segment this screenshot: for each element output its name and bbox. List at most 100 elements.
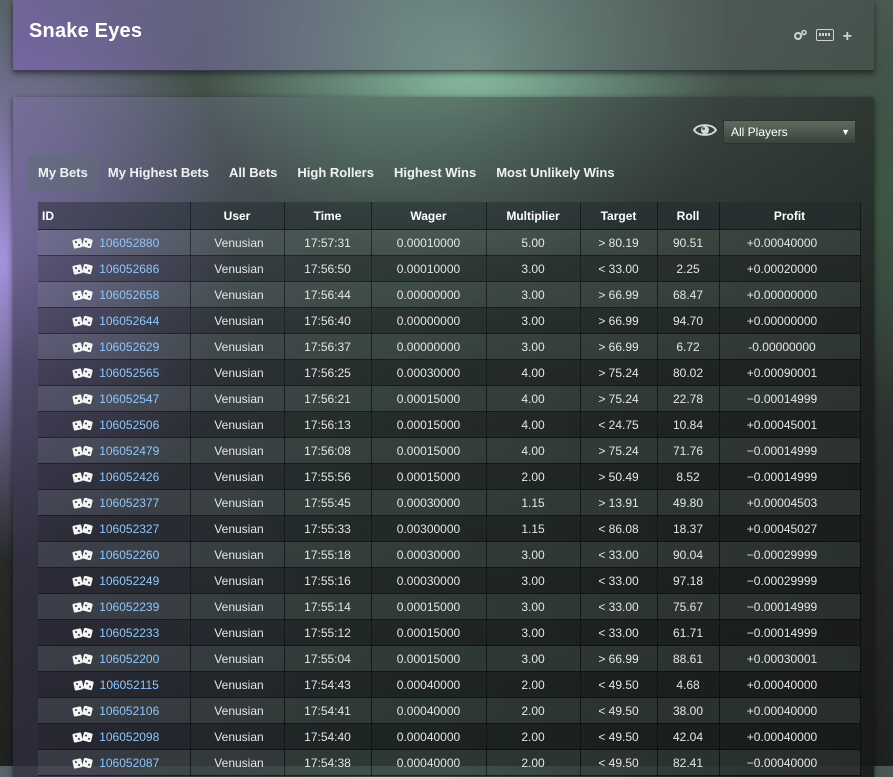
- cell-time: 17:55:12: [284, 619, 372, 646]
- cell-user: Venusian: [190, 671, 285, 698]
- table-row: 106052880 Venusian 17:57:31 0.00010000 5.00 >…: [38, 229, 861, 256]
- tab-my-highest-bets[interactable]: My Highest Bets: [98, 155, 219, 192]
- bet-id-link[interactable]: 106052377: [99, 496, 159, 510]
- bet-tabs: My Bets My Highest Bets All Bets High Rolle…: [28, 155, 625, 192]
- cell-wager: 0.00040000: [371, 697, 487, 724]
- bet-id-link[interactable]: 106052327: [99, 522, 159, 536]
- table-row: 106052426 Venusian 17:55:56 0.00015000 2.00 >…: [38, 463, 861, 490]
- cell-time: 17:56:13: [284, 411, 372, 438]
- column-header-wager[interactable]: Wager: [371, 202, 487, 230]
- cell-multiplier: 4.00: [486, 385, 581, 412]
- cell-id: 106052106: [38, 697, 191, 724]
- cell-target: < 33.00: [580, 541, 658, 568]
- bet-id-link[interactable]: 106052547: [99, 392, 159, 406]
- bet-id-link[interactable]: 106052479: [99, 444, 159, 458]
- cell-multiplier: 3.00: [486, 307, 581, 334]
- table-row: 106052249 Venusian 17:55:16 0.00030000 3.00 <…: [38, 567, 861, 594]
- cell-roll: 49.80: [657, 489, 720, 516]
- cell-wager: 0.00040000: [371, 749, 487, 776]
- bet-id-link[interactable]: 106052233: [99, 626, 159, 640]
- chevron-down-icon: ▼: [841, 127, 850, 137]
- bet-id-link[interactable]: 106052239: [99, 600, 159, 614]
- column-header-roll[interactable]: Roll: [657, 202, 720, 230]
- cell-user: Venusian: [190, 229, 285, 256]
- column-header-user[interactable]: User: [190, 202, 285, 230]
- cell-user: Venusian: [190, 255, 285, 282]
- cell-roll: 10.84: [657, 411, 720, 438]
- cell-multiplier: 2.00: [486, 697, 581, 724]
- cell-id: 106052565: [38, 359, 191, 386]
- cell-target: > 80.19: [580, 229, 658, 256]
- cell-user: Venusian: [190, 411, 285, 438]
- cell-id: 106052327: [38, 515, 191, 542]
- column-header-time[interactable]: Time: [284, 202, 372, 230]
- cell-roll: 88.61: [657, 645, 720, 672]
- column-header-multiplier[interactable]: Multiplier: [486, 202, 581, 230]
- bet-id-link[interactable]: 106052686: [99, 262, 159, 276]
- bet-id-link[interactable]: 106052658: [99, 288, 159, 302]
- bet-id-link[interactable]: 106052880: [99, 236, 159, 250]
- dice-icon: [72, 445, 94, 457]
- column-header-id[interactable]: ID: [38, 202, 191, 230]
- bet-id-link[interactable]: 106052644: [99, 314, 159, 328]
- cell-multiplier: 3.00: [486, 619, 581, 646]
- column-header-target[interactable]: Target: [580, 202, 658, 230]
- cell-profit: +0.00045001: [719, 411, 861, 438]
- cell-time: 17:56:40: [284, 307, 372, 334]
- tab-most-unlikely-wins[interactable]: Most Unlikely Wins: [486, 155, 624, 192]
- bet-id-link[interactable]: 106052098: [99, 730, 159, 744]
- bet-id-link[interactable]: 106052115: [100, 678, 159, 692]
- cell-multiplier: 3.00: [486, 567, 581, 594]
- table-row: 106052115 Venusian 17:54:43 0.00040000 2.00 <…: [38, 671, 861, 698]
- header-panel: Snake Eyes +: [13, 0, 874, 71]
- dice-icon: [72, 731, 94, 743]
- bet-id-link[interactable]: 106052260: [99, 548, 159, 562]
- cell-target: > 75.24: [580, 437, 658, 464]
- cell-user: Venusian: [190, 593, 285, 620]
- cogs-icon[interactable]: [793, 29, 807, 44]
- cell-roll: 18.37: [657, 515, 720, 542]
- cell-profit: +0.00000000: [719, 281, 861, 308]
- tab-high-rollers[interactable]: High Rollers: [287, 155, 384, 192]
- tab-my-bets[interactable]: My Bets: [28, 155, 98, 192]
- bet-id-link[interactable]: 106052426: [99, 470, 159, 484]
- cell-target: < 33.00: [580, 255, 658, 282]
- cell-roll: 94.70: [657, 307, 720, 334]
- cell-wager: 0.00030000: [371, 541, 487, 568]
- cell-wager: 0.00015000: [371, 593, 487, 620]
- bet-id-link[interactable]: 106052106: [99, 704, 159, 718]
- cell-id: 106052686: [38, 255, 191, 282]
- tab-highest-wins[interactable]: Highest Wins: [384, 155, 486, 192]
- plus-icon[interactable]: +: [843, 28, 852, 44]
- dice-icon: [72, 263, 94, 275]
- cell-time: 17:57:31: [284, 229, 372, 256]
- cell-id: 106052629: [38, 333, 191, 360]
- cell-roll: 71.76: [657, 437, 720, 464]
- dice-icon: [72, 315, 94, 327]
- player-filter-select[interactable]: All Players ▼: [723, 120, 856, 144]
- dice-icon: [72, 237, 94, 249]
- cell-profit: +0.00020000: [719, 255, 861, 282]
- bet-id-link[interactable]: 106052249: [99, 574, 159, 588]
- cell-time: 17:56:37: [284, 333, 372, 360]
- bet-id-link[interactable]: 106052629: [99, 340, 159, 354]
- dice-icon: [72, 289, 94, 301]
- bet-id-link[interactable]: 106052565: [99, 366, 159, 380]
- cell-id: 106052506: [38, 411, 191, 438]
- cell-multiplier: 2.00: [486, 671, 581, 698]
- tab-all-bets[interactable]: All Bets: [219, 155, 287, 192]
- cell-target: < 49.50: [580, 723, 658, 750]
- bet-id-link[interactable]: 106052506: [99, 418, 159, 432]
- column-header-profit[interactable]: Profit: [719, 202, 861, 230]
- cell-time: 17:55:14: [284, 593, 372, 620]
- cell-multiplier: 1.15: [486, 515, 581, 542]
- cell-id: 106052233: [38, 619, 191, 646]
- bet-id-link[interactable]: 106052087: [99, 756, 159, 770]
- keyboard-icon[interactable]: [815, 29, 834, 44]
- cell-wager: 0.00000000: [371, 307, 487, 334]
- cell-wager: 0.00000000: [371, 333, 487, 360]
- dice-icon: [73, 679, 95, 691]
- bet-id-link[interactable]: 106052200: [99, 652, 159, 666]
- eye-icon[interactable]: [693, 122, 717, 138]
- cell-target: < 33.00: [580, 619, 658, 646]
